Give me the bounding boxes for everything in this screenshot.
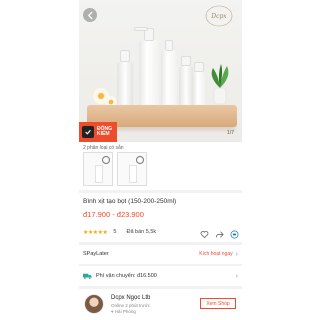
pump xyxy=(181,56,191,66)
spaylater-activate-link[interactable]: Kích hoạt ngay › xyxy=(199,251,238,258)
chevron-right-icon: › xyxy=(235,272,238,280)
product-page: Dcpx ĐÓNG KIỂM 1/7 2 phân loại có sẵn Bì… xyxy=(79,0,242,320)
shop-online-status: Online 2 phút trước xyxy=(111,303,150,308)
divider xyxy=(79,242,242,245)
product-title: Bình xịt tạo bọt (150-200-250ml) xyxy=(83,198,177,205)
spaylater-row[interactable]: SPayLater Kích hoạt ngay › xyxy=(79,246,242,262)
shop-logo: Dcpx xyxy=(205,5,233,27)
chevron-right-icon: › xyxy=(235,250,238,258)
heart-icon[interactable] xyxy=(200,226,209,239)
plant-icon xyxy=(211,64,229,105)
bottle-medium xyxy=(161,50,177,106)
zoom-icon xyxy=(102,156,110,164)
verified-badge: ĐÓNG KIỂM xyxy=(79,122,117,142)
variant-bottle xyxy=(95,165,103,183)
action-icons xyxy=(200,226,239,239)
rating-value: 5 xyxy=(113,229,117,235)
variant-thumbnail[interactable] xyxy=(117,152,147,186)
shipping-row[interactable]: Phí vận chuyển: đ16.500 › xyxy=(79,268,242,284)
sold-count: Đã bán 5,5k xyxy=(126,229,157,235)
check-icon xyxy=(82,126,94,138)
bottle-clear-small xyxy=(179,66,193,106)
divider xyxy=(79,190,242,193)
variant-thumbnail[interactable] xyxy=(83,152,113,186)
shipping-fee: Phí vận chuyển: đ16.500 xyxy=(96,273,157,279)
pump-nozzle xyxy=(134,27,148,31)
divider xyxy=(79,264,242,266)
bottle-large xyxy=(139,40,159,106)
share-icon[interactable] xyxy=(215,226,224,238)
bottle-clear xyxy=(117,62,133,106)
svg-text:Dcpx: Dcpx xyxy=(210,13,227,20)
zoom-icon xyxy=(136,156,144,164)
location-pin-icon: ⌖ xyxy=(111,309,114,314)
bottle-small xyxy=(193,72,205,106)
shop-name[interactable]: Dcpx Ngọc Ltb xyxy=(111,295,150,301)
product-image[interactable]: Dcpx ĐÓNG KIỂM 1/7 xyxy=(79,0,242,142)
back-button[interactable] xyxy=(83,8,97,22)
divider xyxy=(79,286,242,289)
avatar[interactable] xyxy=(84,294,104,314)
star-rating-icon: ★★★★★ xyxy=(83,229,108,236)
variants-label: 2 phân loại có sẵn xyxy=(83,145,124,151)
pump xyxy=(194,62,204,72)
image-counter: 1/7 xyxy=(227,130,234,136)
arrow-left-icon xyxy=(87,11,92,19)
cart-icon[interactable] xyxy=(230,226,239,239)
pump xyxy=(120,50,130,62)
variant-bottle xyxy=(129,165,137,183)
shop-card: Dcpx Ngọc Ltb Online 2 phút trước ⌖ Hải … xyxy=(79,290,242,320)
rating-row: ★★★★★ 5 Đã bán 5,5k xyxy=(83,226,239,239)
spaylater-label: SPayLater xyxy=(83,251,109,257)
product-price: đ17.900 - đ23.900 xyxy=(83,210,144,219)
shop-location: ⌖ Hải Phòng xyxy=(111,309,136,314)
view-shop-button[interactable]: Xem Shop xyxy=(200,298,236,309)
pump xyxy=(165,40,173,51)
badge-text: ĐÓNG KIỂM xyxy=(97,125,112,137)
truck-icon xyxy=(83,273,92,279)
